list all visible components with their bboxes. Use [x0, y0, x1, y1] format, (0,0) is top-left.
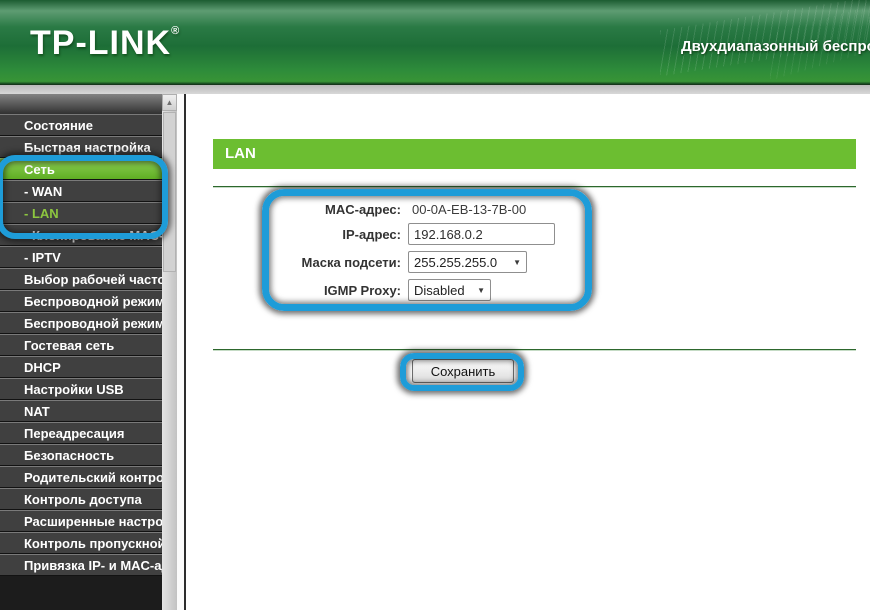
sidebar-item-lan[interactable]: - LAN — [0, 202, 162, 224]
form-bottom-divider — [213, 349, 856, 350]
page-title: LAN — [213, 139, 856, 169]
sidebar-item-label: Беспроводной режим - — [24, 316, 162, 331]
sidebar-item-label: Гостевая сеть — [24, 338, 114, 353]
header-divider — [0, 84, 870, 94]
sidebar-item-network[interactable]: Сеть — [0, 158, 162, 180]
sidebar-item-label: Переадресация — [24, 426, 124, 441]
sidebar-item-label: NAT — [24, 404, 50, 419]
sidebar-item-ip-mac-binding[interactable]: Привязка IP- и MAC-адресов — [0, 554, 162, 576]
sidebar-item-label: Расширенные настройки — [24, 514, 162, 529]
sidebar-content-gap — [177, 94, 184, 610]
sidebar-top-strip — [0, 94, 162, 114]
sidebar-item-label: - IPTV — [24, 250, 61, 265]
sidebar-item-wireless-2[interactable]: Беспроводной режим - — [0, 312, 162, 334]
sidebar-item-forwarding[interactable]: Переадресация — [0, 422, 162, 444]
header-banner: TP-LINK® Двухдиапазонный беспроводной — [0, 0, 870, 84]
router-admin-page: TP-LINK® Двухдиапазонный беспроводной Со… — [0, 0, 870, 610]
sidebar-item-label: DHCP — [24, 360, 61, 375]
sidebar-item-label: Контроль пропускной способности — [24, 536, 162, 551]
sidebar-item-access-control[interactable]: Контроль доступа — [0, 488, 162, 510]
sidebar-scrollbar[interactable]: ▲ — [162, 94, 177, 610]
sidebar-item-wan[interactable]: - WAN — [0, 180, 162, 202]
sidebar-item-guest-network[interactable]: Гостевая сеть — [0, 334, 162, 356]
sidebar-item-label: Контроль доступа — [24, 492, 142, 507]
sidebar-menu: Состояние Быстрая настройка Сеть - WAN -… — [0, 94, 162, 610]
sidebar-item-dhcp[interactable]: DHCP — [0, 356, 162, 378]
sidebar-item-nat[interactable]: NAT — [0, 400, 162, 422]
sidebar-item-advanced-settings[interactable]: Расширенные настройки — [0, 510, 162, 532]
router-model-title: Двухдиапазонный беспроводной — [681, 38, 870, 55]
dropdown-caret-icon: ▼ — [513, 258, 521, 267]
igmp-proxy-label: IGMP Proxy: — [213, 280, 401, 301]
sidebar-item-frequency-select[interactable]: Выбор рабочей частоты — [0, 268, 162, 290]
sidebar-item-bandwidth-control[interactable]: Контроль пропускной способности — [0, 532, 162, 554]
sidebar-item-label: Настройки USB — [24, 382, 124, 397]
sidebar-item-status[interactable]: Состояние — [0, 114, 162, 136]
main-content: LAN MAC-адрес: 00-0A-EB-13-7B-00 IP-адре… — [186, 94, 870, 610]
sidebar-item-label: Беспроводной режим - — [24, 294, 162, 309]
subnet-mask-select[interactable]: 255.255.255.0 ▼ — [408, 251, 527, 273]
scroll-up-button[interactable]: ▲ — [162, 94, 177, 111]
sidebar-item-label: Безопасность — [24, 448, 114, 463]
sidebar-items: Состояние Быстрая настройка Сеть - WAN -… — [0, 114, 162, 576]
tplink-logo: TP-LINK® — [30, 24, 180, 63]
dropdown-caret-icon: ▼ — [477, 286, 485, 295]
subnet-mask-label: Маска подсети: — [213, 252, 401, 273]
subnet-mask-selected-value: 255.255.255.0 — [414, 255, 497, 270]
sidebar-item-label: Сеть — [24, 162, 55, 177]
ip-address-label: IP-адрес: — [213, 224, 401, 245]
sidebar-item-label: Выбор рабочей частоты — [24, 272, 162, 287]
sidebar-item-wireless-1[interactable]: Беспроводной режим - — [0, 290, 162, 312]
sidebar-item-label: - LAN — [24, 206, 59, 221]
ip-address-input[interactable] — [408, 223, 555, 245]
scroll-up-arrow-icon: ▲ — [166, 98, 174, 107]
sidebar-item-usb-settings[interactable]: Настройки USB — [0, 378, 162, 400]
sidebar-item-label: Состояние — [24, 118, 93, 133]
igmp-proxy-select[interactable]: Disabled ▼ — [408, 279, 491, 301]
sidebar-item-label: Привязка IP- и MAC-адресов — [24, 558, 162, 573]
scrollbar-thumb[interactable] — [163, 112, 176, 272]
sidebar-item-label: Родительский контроль — [24, 470, 162, 485]
sidebar-item-quick-setup[interactable]: Быстрая настройка — [0, 136, 162, 158]
sidebar-item-parental-control[interactable]: Родительский контроль — [0, 466, 162, 488]
mac-address-label: MAC-адрес: — [213, 199, 401, 220]
sidebar-item-mac-clone[interactable]: - Клонирование MAC-адреса — [0, 224, 162, 246]
igmp-proxy-selected-value: Disabled — [414, 283, 465, 298]
sidebar-item-iptv[interactable]: - IPTV — [0, 246, 162, 268]
sidebar-item-label: - WAN — [24, 184, 62, 199]
mac-address-value: 00-0A-EB-13-7B-00 — [412, 199, 526, 220]
form-top-divider — [213, 186, 856, 187]
sidebar-item-label: - Клонирование MAC-адреса — [24, 228, 162, 243]
sidebar-item-security[interactable]: Безопасность — [0, 444, 162, 466]
sidebar-item-label: Быстрая настройка — [24, 140, 151, 155]
save-button[interactable]: Сохранить — [412, 359, 514, 383]
logo-text: TP-LINK — [30, 24, 171, 62]
registered-mark: ® — [171, 25, 180, 37]
